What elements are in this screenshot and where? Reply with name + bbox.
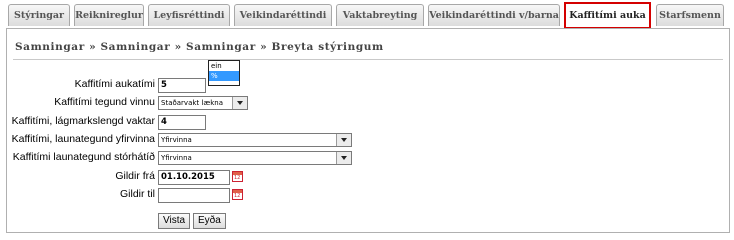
launategund-yfirvinna-select[interactable]: Yfirvinna <box>158 133 352 147</box>
tegund-select-value: Staðarvakt lækna <box>161 99 223 107</box>
tegund-select[interactable]: Staðarvakt lækna <box>158 96 248 110</box>
tab-veikindarettindi-barna[interactable]: Veikindaréttindi v/barna <box>428 4 560 26</box>
save-button[interactable]: Vista <box>158 213 191 229</box>
dropdown-option-ein[interactable]: ein <box>209 61 239 71</box>
launategund-storhatid-value: Yfirvinna <box>161 154 192 162</box>
tab-kaffitimi-auka[interactable]: Kaffitími auka <box>564 2 651 29</box>
delete-button[interactable]: Eyða <box>193 213 226 229</box>
unit-dropdown-list[interactable]: ein % <box>208 60 240 86</box>
launategund-storhatid-label: Kaffitími launategund stórhátíð <box>12 151 155 163</box>
tab-reiknireglur[interactable]: Reiknireglur <box>74 4 144 26</box>
gildir-til-label: Gildir til <box>119 188 155 200</box>
dropdown-option-percent[interactable]: % <box>209 71 239 81</box>
tab-vaktabreyting[interactable]: Vaktabreyting <box>336 4 424 26</box>
chevron-down-icon[interactable] <box>336 152 351 164</box>
breadcrumb: Samningar » Samningar » Samningar » Brey… <box>15 41 384 53</box>
divider <box>13 59 723 60</box>
aukatimi-label: Kaffitími aukatími <box>74 78 155 90</box>
calendar-icon[interactable]: 12 <box>232 189 243 200</box>
chevron-down-icon[interactable] <box>232 97 247 109</box>
launategund-yfirvinna-label: Kaffitími, launategund yfirvinna <box>11 133 155 145</box>
tegund-label: Kaffitími tegund vinnu <box>54 96 155 108</box>
calendar-icon[interactable]: 12 <box>232 171 243 182</box>
tab-veikindarettindi[interactable]: Veikindaréttindi <box>234 4 332 26</box>
lagmarkslengd-input[interactable]: 4 <box>158 115 206 130</box>
aukatimi-input[interactable]: 5 <box>158 78 206 93</box>
launategund-yfirvinna-value: Yfirvinna <box>161 136 192 144</box>
chevron-down-icon[interactable] <box>336 134 351 146</box>
tab-styringar[interactable]: Stýringar <box>8 4 70 26</box>
tab-leyfisrettindi[interactable]: Leyfisréttindi <box>148 4 230 26</box>
gildir-fra-input[interactable]: 01.10.2015 <box>158 170 230 185</box>
tab-starfsmenn[interactable]: Starfsmenn <box>656 4 724 26</box>
gildir-til-input[interactable] <box>158 188 230 203</box>
launategund-storhatid-select[interactable]: Yfirvinna <box>158 151 352 165</box>
lagmarkslengd-label: Kaffitími, lágmarkslengd vaktar <box>11 115 155 127</box>
gildir-fra-label: Gildir frá <box>115 170 155 182</box>
